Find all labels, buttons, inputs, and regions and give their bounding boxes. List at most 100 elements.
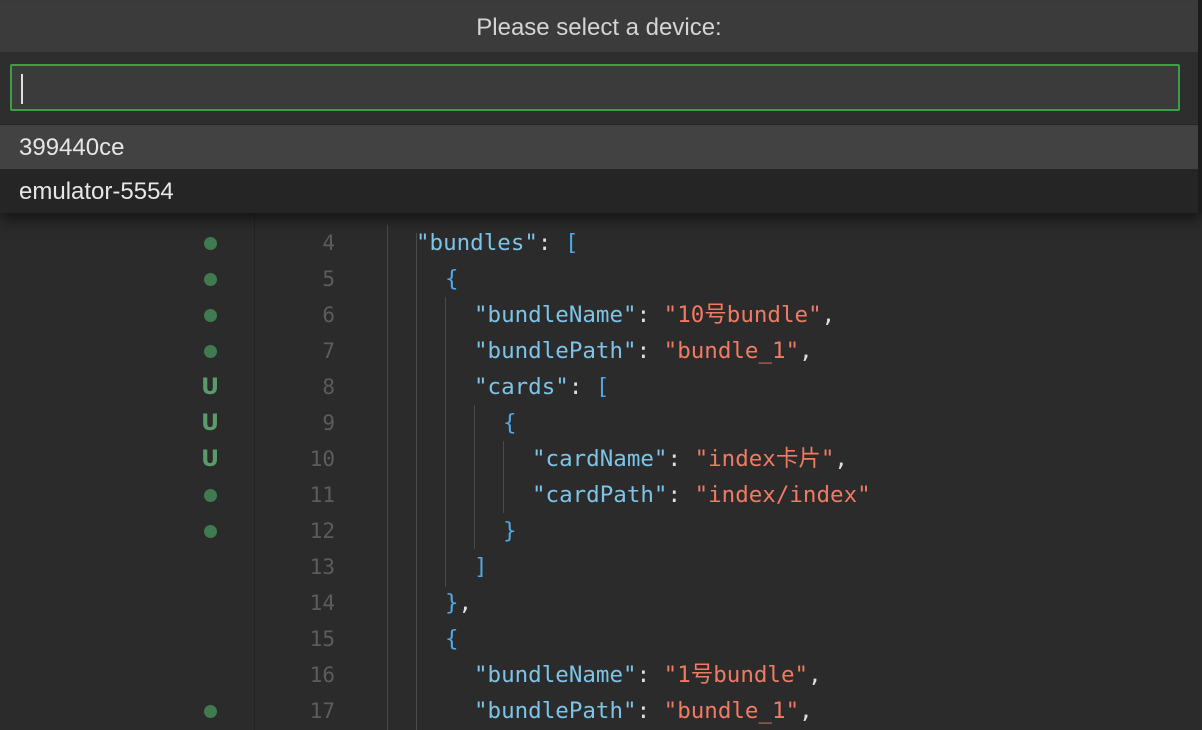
code-token: "bundle_1" <box>663 338 800 364</box>
code-token: "index/index" <box>694 482 871 508</box>
line-number: 5 <box>322 267 335 291</box>
code-text: "bundlePath": "bundle_1", <box>474 693 813 729</box>
code-token: "1号bundle" <box>663 662 809 688</box>
code-text: { <box>445 261 459 297</box>
line-number: 9 <box>322 411 335 435</box>
code-token: "cardPath" <box>532 482 668 508</box>
code-token: , <box>799 338 813 364</box>
code-token: , <box>799 698 813 724</box>
text-caret <box>21 74 23 104</box>
code-line: U 8 "cards": [ <box>0 369 1202 405</box>
code-token: : <box>636 662 664 688</box>
git-status-dot-icon <box>198 261 222 297</box>
code-token: "index卡片" <box>694 446 835 472</box>
line-number: 6 <box>322 303 335 327</box>
indent-guide <box>387 225 388 730</box>
code-line: 16 "bundleName": "1号bundle", <box>0 657 1202 693</box>
code-line: 15 { <box>0 621 1202 657</box>
code-line: 6 "bundleName": "10号bundle", <box>0 297 1202 333</box>
indent-guide <box>503 441 504 513</box>
code-token: [ <box>565 230 579 256</box>
git-untracked-marker: U <box>201 410 219 436</box>
code-token: , <box>821 302 836 328</box>
device-option-emulator-5554[interactable]: emulator-5554 <box>0 169 1198 213</box>
line-number: 15 <box>309 627 335 651</box>
code-token: "bundlePath" <box>474 698 637 724</box>
code-token: } <box>445 590 459 616</box>
line-number: 8 <box>322 375 335 399</box>
code-text: { <box>503 405 517 441</box>
quick-pick-input-container <box>0 52 1198 124</box>
line-number: 11 <box>309 483 335 507</box>
code-line: 12} <box>0 513 1202 549</box>
code-line: 13] <box>0 549 1202 585</box>
code-token: : <box>636 698 664 724</box>
code-line: 17 "bundlePath": "bundle_1", <box>0 693 1202 729</box>
line-number: 13 <box>309 555 335 579</box>
code-token: "bundleName" <box>474 662 637 688</box>
indent-guide <box>416 233 417 730</box>
code-token: "bundlePath" <box>474 338 637 364</box>
code-token: : <box>537 230 566 256</box>
code-token: { <box>503 410 517 436</box>
git-status-dot-icon <box>198 297 222 333</box>
line-number: 17 <box>309 699 335 723</box>
code-token: ] <box>474 554 488 580</box>
code-text: "cardPath": "index/index" <box>532 477 871 513</box>
git-status-dot-icon <box>198 333 222 369</box>
device-search-input[interactable] <box>10 64 1180 111</box>
code-token: } <box>503 518 517 544</box>
code-token: , <box>458 590 473 616</box>
line-number: 14 <box>309 591 335 615</box>
indent-guide <box>445 297 446 587</box>
code-line: U 10 "cardName": "index卡片", <box>0 441 1202 477</box>
code-token: , <box>808 662 822 688</box>
code-text: "bundleName": "10号bundle", <box>474 297 835 333</box>
code-token: : <box>667 446 695 472</box>
code-line: U 9 { <box>0 405 1202 441</box>
git-status-dot-icon <box>198 693 222 729</box>
git-untracked-marker: U <box>201 374 219 400</box>
code-line: 5{ <box>0 261 1202 297</box>
git-status-dot-icon <box>198 225 222 261</box>
code-token: [ <box>595 374 610 400</box>
code-token: : <box>667 482 695 508</box>
code-text: ] <box>474 549 488 585</box>
code-token: "cardName" <box>532 446 668 472</box>
code-token: , <box>834 446 848 472</box>
code-text: { <box>445 621 459 657</box>
indent-guide <box>474 405 475 549</box>
code-text: "bundleName": "1号bundle", <box>474 657 822 693</box>
git-status-dot-icon <box>198 477 222 513</box>
git-untracked-marker: U <box>201 446 219 472</box>
code-text: } <box>503 513 517 549</box>
code-line: 11 "cardPath": "index/index" <box>0 477 1202 513</box>
code-line: 4 "bundles": [ <box>0 225 1202 261</box>
code-text: "cardName": "index卡片", <box>532 441 848 477</box>
code-token: : <box>636 338 664 364</box>
git-status-dot-icon <box>198 513 222 549</box>
line-number: 4 <box>322 231 335 255</box>
code-token: { <box>445 626 459 652</box>
code-line: 14}, <box>0 585 1202 621</box>
code-token: "bundle_1" <box>663 698 800 724</box>
device-quick-pick: Please select a device: 399440ce emulato… <box>0 0 1202 213</box>
code-token: { <box>445 266 459 292</box>
code-token: "cards" <box>474 374 569 400</box>
line-number: 12 <box>309 519 335 543</box>
code-line: 7 "bundlePath": "bundle_1", <box>0 333 1202 369</box>
code-text: "bundles": [ <box>416 225 579 261</box>
line-number: 7 <box>322 339 335 363</box>
code-text: }, <box>445 585 472 621</box>
code-token: "bundles" <box>416 230 538 256</box>
code-token: : <box>636 302 664 328</box>
device-option-399440ce[interactable]: 399440ce <box>0 125 1198 169</box>
line-number: 10 <box>309 447 335 471</box>
code-token: : <box>568 374 596 400</box>
code-text: "cards": [ <box>474 369 609 405</box>
code-token: "10号bundle" <box>663 302 822 328</box>
code-text: "bundlePath": "bundle_1", <box>474 333 813 369</box>
quick-pick-title: Please select a device: <box>0 3 1198 52</box>
code-token: "bundleName" <box>474 302 637 328</box>
line-number: 16 <box>309 663 335 687</box>
